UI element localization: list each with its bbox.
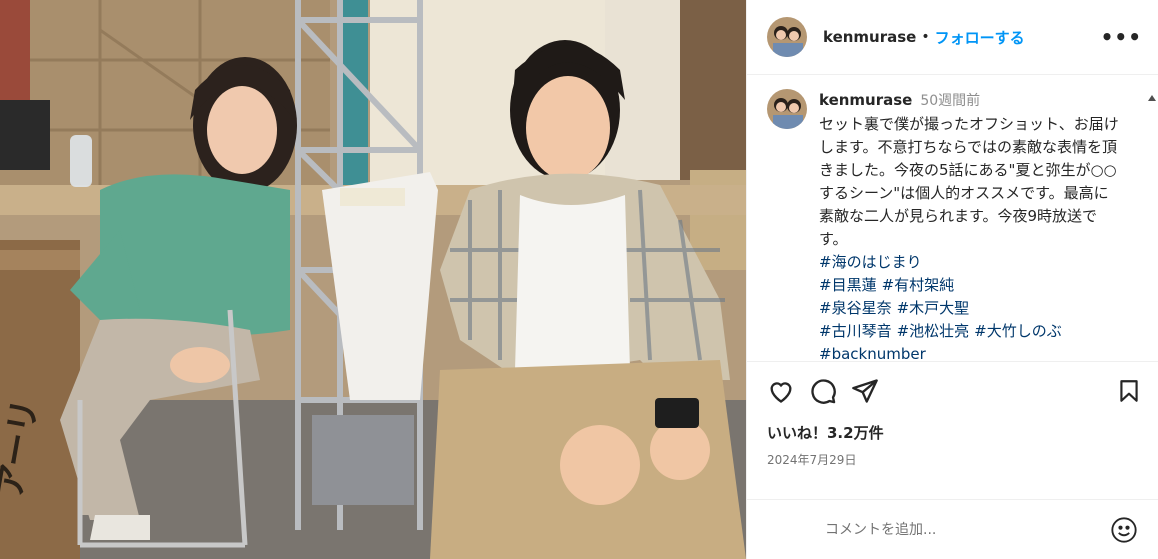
caption-text: セット裏で僕が撮ったオフショット、お届けします。不意打ちならではの素敵な表情を頂… <box>819 115 1119 248</box>
hashtag-link[interactable]: #backnumber <box>819 343 1119 361</box>
avatar-image <box>767 89 807 129</box>
caption-body: kenmurase 50週間前 セット裏で僕が撮ったオフショット、お届けします。不… <box>819 89 1119 361</box>
hashtag-link[interactable]: #目黒蓮 <box>819 276 877 294</box>
follow-button[interactable]: フォローする <box>935 27 1025 48</box>
heart-icon[interactable] <box>767 377 795 405</box>
share-icon[interactable] <box>851 377 879 405</box>
caption: kenmurase 50週間前 セット裏で僕が撮ったオフショット、お届けします。不… <box>767 89 1142 361</box>
hashtag-link[interactable]: #大竹しのぶ <box>974 322 1062 340</box>
hashtag-link[interactable]: #木戸大聖 <box>897 299 970 317</box>
action-bar <box>767 362 1142 420</box>
bookmark-icon[interactable] <box>1116 377 1142 405</box>
caption-username[interactable]: kenmurase <box>819 91 912 109</box>
comment-icon[interactable] <box>809 377 837 405</box>
comments-scrollbar[interactable] <box>1148 95 1156 361</box>
username[interactable]: kenmurase <box>823 28 916 46</box>
hashtag-line: #泉谷星奈 #木戸大聖 <box>819 297 1119 320</box>
separator-dot: • <box>921 29 930 45</box>
hashtag-link[interactable]: #古川琴音 <box>819 322 892 340</box>
post-date[interactable]: 2024年7月29日 <box>767 451 1142 468</box>
like-count[interactable]: いいね！3.2万件 <box>767 422 1142 443</box>
caption-time[interactable]: 50週間前 <box>920 93 980 109</box>
add-comment-bar <box>747 499 1158 559</box>
scroll-up-arrow-icon[interactable] <box>1148 95 1156 101</box>
post-header: kenmurase • フォローする ••• <box>747 0 1158 75</box>
caption-avatar[interactable] <box>767 89 807 129</box>
avatar[interactable] <box>767 17 807 57</box>
emoji-icon[interactable] <box>1110 516 1138 544</box>
post-photo[interactable]: アーリ <box>0 0 746 559</box>
comments-area[interactable]: kenmurase 50週間前 セット裏で僕が撮ったオフショット、お届けします。不… <box>747 75 1158 361</box>
instagram-post: アーリ kenmurase • フォローする ••• kenmurase 50週… <box>0 0 1158 559</box>
hashtag-link[interactable]: #海のはじまり <box>819 251 1119 274</box>
hashtag-link[interactable]: #有村架純 <box>882 276 955 294</box>
hashtag-link[interactable]: #池松壮亮 <box>897 322 970 340</box>
more-options-icon[interactable]: ••• <box>1101 25 1142 49</box>
avatar-image <box>767 17 807 57</box>
action-section: いいね！3.2万件 2024年7月29日 <box>747 361 1158 511</box>
hashtag-line: #古川琴音 #池松壮亮 #大竹しのぶ <box>819 320 1119 343</box>
post-side-panel: kenmurase • フォローする ••• kenmurase 50週間前 セ… <box>746 0 1158 559</box>
hashtag-line: #目黒蓮 #有村架純 <box>819 274 1119 297</box>
comment-input[interactable] <box>823 520 1110 539</box>
offshot-photo: アーリ <box>0 0 746 559</box>
hashtag-link[interactable]: #泉谷星奈 <box>819 299 892 317</box>
